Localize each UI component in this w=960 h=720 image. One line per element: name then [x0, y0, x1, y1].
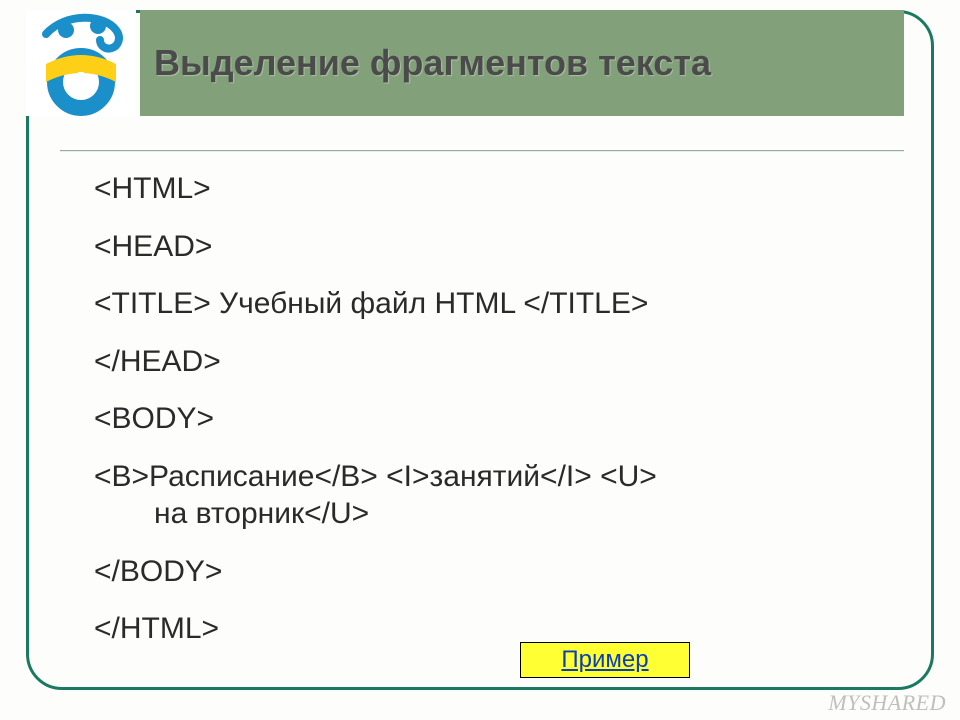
code-line: <HTML>	[94, 170, 904, 208]
slide-title-band: Выделение фрагментов текста	[140, 10, 904, 116]
code-line: </HEAD>	[94, 343, 904, 381]
code-content: <HTML> <HEAD> <TITLE> Учебный файл HTML …	[94, 170, 904, 668]
code-line: </BODY>	[94, 553, 904, 591]
ie-logo-icon	[26, 10, 136, 116]
code-line-part: на вторник</U>	[94, 495, 904, 533]
code-line: </HTML>	[94, 610, 904, 648]
code-line: <HEAD>	[94, 228, 904, 266]
watermark-text: MYSHARED	[828, 690, 946, 716]
title-divider	[60, 150, 904, 152]
example-link-label: Пример	[561, 646, 648, 674]
example-button[interactable]: Пример	[520, 642, 690, 678]
code-line: <BODY>	[94, 400, 904, 438]
code-line: <TITLE> Учебный файл HTML </TITLE>	[94, 285, 904, 323]
slide-title: Выделение фрагментов текста	[154, 42, 711, 83]
code-line: <B>Расписание</B> <I>занятий</I> <U> на …	[94, 458, 904, 533]
code-line-part: <B>Расписание</B> <I>занятий</I> <U>	[94, 460, 657, 493]
